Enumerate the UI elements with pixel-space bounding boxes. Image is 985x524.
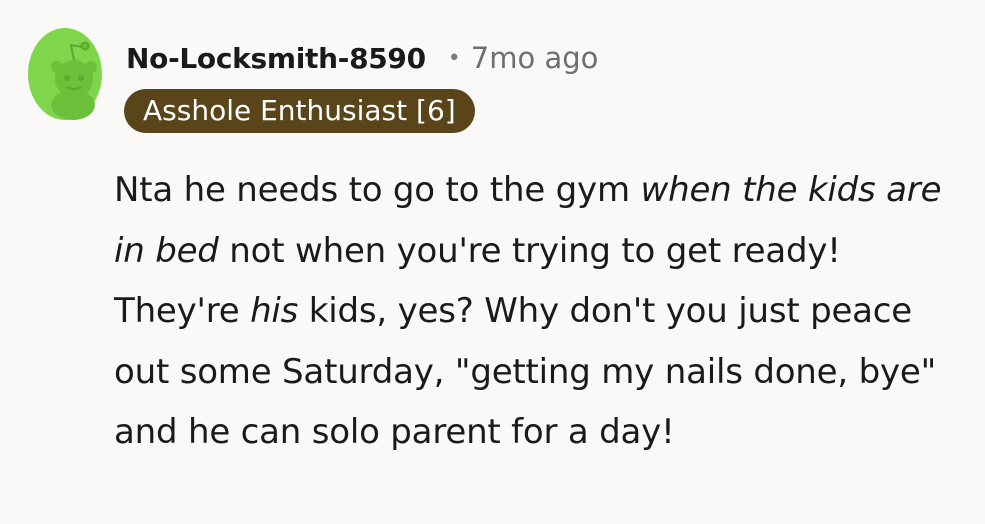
comment: No-Locksmith-8590 • 7mo ago Asshole Enth… bbox=[0, 0, 985, 524]
author-username[interactable]: No-Locksmith-8590 bbox=[126, 42, 426, 75]
user-flair-badge: Asshole Enthusiast [6] bbox=[124, 89, 475, 133]
separator-dot: • bbox=[447, 45, 461, 71]
comment-header: No-Locksmith-8590 • 7mo ago bbox=[126, 36, 598, 80]
body-italic-text: his bbox=[250, 291, 299, 331]
snoo-avatar-icon bbox=[28, 28, 102, 120]
comment-body: Nta he needs to go to the gym when the k… bbox=[114, 160, 964, 463]
comment-timestamp[interactable]: 7mo ago bbox=[471, 41, 599, 75]
user-avatar[interactable] bbox=[27, 27, 103, 121]
body-text: Nta he needs to go to the gym bbox=[114, 170, 641, 210]
